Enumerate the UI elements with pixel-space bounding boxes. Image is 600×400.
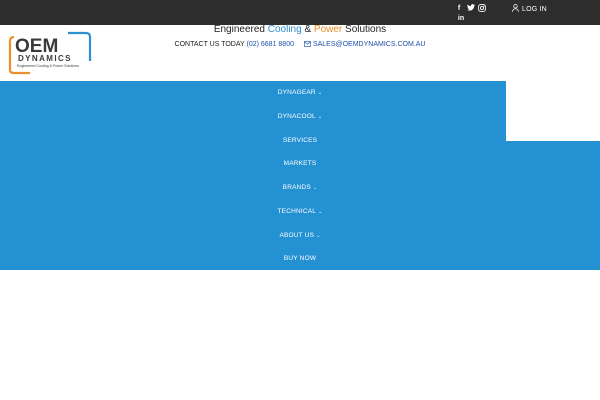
oem-dynamics-logo[interactable]: OEM DYNAMICS Engineered Cooling & Power … — [8, 31, 92, 75]
nav-item-services[interactable]: SERVICES — [0, 129, 600, 153]
nav-item-brands[interactable]: BRANDS ⌄ — [0, 176, 600, 200]
nav-item-about-us[interactable]: ABOUT US ⌄ — [0, 224, 600, 248]
chevron-down-icon: ⌄ — [316, 232, 321, 239]
chevron-down-icon: ⌄ — [312, 185, 318, 191]
twitter-icon[interactable] — [466, 4, 476, 11]
tagline-text-2: Solutions — [342, 24, 387, 35]
login-link[interactable]: LOG IN — [512, 4, 547, 14]
contact-label: CONTACT US TODAY — [174, 41, 247, 48]
nav-item-buy-now[interactable]: BUY NOW — [0, 247, 600, 271]
nav-label: ABOUT US — [279, 231, 315, 239]
nav-label: DYNACOOL — [277, 112, 316, 120]
contact-phone-link[interactable]: (02) 6681 8800 — [247, 41, 294, 48]
facebook-icon[interactable]: f — [454, 5, 464, 13]
chevron-down-icon: ⌄ — [317, 113, 323, 120]
instagram-icon[interactable] — [477, 4, 487, 12]
nav-label: TECHNICAL — [277, 207, 317, 215]
main-nav: DYNAGEAR ⌄ DYNACOOL ⌄ SERVICES MARKETS BRA… — [0, 81, 600, 271]
nav-label: MARKETS — [283, 160, 317, 168]
nav-item-markets[interactable]: MARKETS — [0, 152, 600, 176]
tagline-amp: & — [301, 24, 314, 35]
nav-item-dynacool[interactable]: DYNACOOL ⌄ — [0, 105, 600, 129]
site-tagline: Engineered Cooling & Power Solutions — [0, 24, 600, 35]
nav-item-technical[interactable]: TECHNICAL ⌄ — [0, 200, 600, 224]
nav-item-dynagear[interactable]: DYNAGEAR ⌄ — [0, 81, 600, 105]
nav-label: BRANDS — [282, 184, 311, 191]
contact-email-link[interactable]: SALES@OEMDYNAMICS.COM.AU — [313, 41, 426, 48]
nav-label: DYNAGEAR — [277, 89, 316, 96]
envelope-icon — [303, 41, 311, 49]
linkedin-icon[interactable]: in — [456, 15, 466, 23]
logo-brand-sub: DYNAMICS — [18, 54, 72, 63]
login-label: LOG IN — [522, 5, 547, 13]
user-icon — [512, 4, 519, 14]
nav-label: SERVICES — [282, 136, 318, 144]
contact-line: CONTACT US TODAY (02) 6681 8800 SALES@OE… — [0, 41, 600, 49]
logo-brand-tagline: Engineered Cooling & Power Solutions — [17, 64, 79, 68]
tagline-power: Power — [313, 24, 343, 35]
top-bar: f in LOG IN — [0, 0, 600, 25]
tagline-cooling: Cooling — [267, 24, 302, 35]
tagline-text-1: Engineered — [213, 24, 268, 35]
chevron-down-icon: ⌄ — [318, 208, 323, 215]
nav-label: BUY NOW — [283, 255, 317, 263]
chevron-down-icon: ⌄ — [317, 90, 323, 96]
